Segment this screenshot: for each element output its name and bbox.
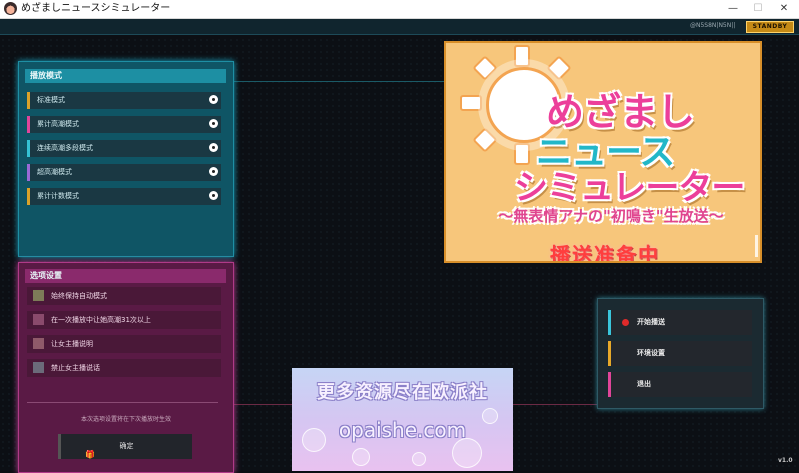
option-label: 禁止女主播说话 <box>51 364 100 372</box>
start-label: 开始播送 <box>637 318 665 326</box>
main-menu-panel: 开始播送 环境设置 退出 <box>597 298 764 409</box>
mode-option-cumulative[interactable]: 累计高潮模式 <box>27 116 221 133</box>
minimize-button[interactable]: — <box>720 0 746 18</box>
divider <box>27 402 218 403</box>
mode-panel-title: 播放模式 <box>25 69 226 83</box>
game-screen: @N5S8N|N5N|| STANDBY 播放模式 标准模式 累计高潮模式 连续… <box>0 19 799 473</box>
version-label: v1.0 <box>778 457 793 464</box>
mode-option-count[interactable]: 累计计数模式 <box>27 188 221 205</box>
mode-option-super[interactable]: 超高潮模式 <box>27 164 221 181</box>
mode-label: 累计计数模式 <box>37 192 79 200</box>
connector-line <box>232 81 444 82</box>
standby-badge: STANDBY <box>746 21 794 33</box>
option-label: 在一次播放中让她高潮31次以上 <box>51 316 151 324</box>
promo-banner: 更多资源尽在欧派社 opaishe.com <box>292 368 513 471</box>
title-art: めざまし ニュース シミュレーター ～無表情アナの"初鳴き"生放送～ 播送准备中 <box>444 41 762 263</box>
radio-icon[interactable] <box>209 95 218 104</box>
options-panel: 选项设置 始终保持自动模式 在一次播放中让她高潮31次以上 让女主播说明 禁止女… <box>18 262 234 473</box>
exit-button[interactable]: 退出 <box>608 372 752 397</box>
logo-subtitle: ～無表情アナの"初鳴き"生放送～ <box>498 207 724 225</box>
sun-ray <box>472 127 498 153</box>
exit-label: 退出 <box>637 380 651 388</box>
confirm-label: 确定 <box>119 442 134 450</box>
checkbox-icon[interactable] <box>33 290 44 301</box>
mode-label: 连续高潮多段模式 <box>37 144 93 152</box>
mode-option-multi[interactable]: 连续高潮多段模式 <box>27 140 221 157</box>
settings-label: 环境设置 <box>637 349 665 357</box>
option-anchor-explain[interactable]: 让女主播说明 <box>27 335 221 353</box>
option-label: 让女主播说明 <box>51 340 93 348</box>
option-31-times[interactable]: 在一次播放中让她高潮31次以上 <box>27 311 221 329</box>
close-button[interactable]: ✕ <box>771 0 797 18</box>
mode-panel: 播放模式 标准模式 累计高潮模式 连续高潮多段模式 超高潮模式 累计计数模式 <box>18 61 234 257</box>
checkbox-icon[interactable] <box>33 314 44 325</box>
sun-ray <box>460 95 482 111</box>
options-note: 本次选项设置将在下次播放时生效 <box>80 416 171 423</box>
option-auto-mode[interactable]: 始终保持自动模式 <box>27 287 221 305</box>
window-title: めざましニュースシミュレーター <box>21 3 171 14</box>
window-title-bar: めざましニュースシミュレーター — ☐ ✕ <box>0 0 799 19</box>
gift-icon: 🎁 <box>85 450 95 459</box>
radio-icon[interactable] <box>209 119 218 128</box>
promo-url: opaishe.com <box>338 418 467 442</box>
mode-label: 标准模式 <box>37 96 65 104</box>
broadcast-ready-text: 播送准备中 <box>550 243 660 263</box>
mode-label: 累计高潮模式 <box>37 120 79 128</box>
bubble-decoration <box>412 452 426 466</box>
radio-icon[interactable] <box>209 143 218 152</box>
sun-ray <box>514 45 530 67</box>
options-panel-title: 选项设置 <box>25 269 226 283</box>
start-broadcast-button[interactable]: 开始播送 <box>608 310 752 335</box>
bubble-decoration <box>352 448 370 466</box>
sun-ray <box>472 55 498 81</box>
bubble-decoration <box>452 438 482 468</box>
status-readout: @N5S8N|N5N|| <box>690 22 736 29</box>
promo-text: 更多资源尽在欧派社 <box>317 382 488 403</box>
maximize-button[interactable]: ☐ <box>745 0 771 18</box>
logo-line-3: シミュレーター <box>514 168 745 208</box>
settings-button[interactable]: 环境设置 <box>608 341 752 366</box>
mode-label: 超高潮模式 <box>37 168 72 176</box>
checkbox-icon[interactable] <box>33 362 44 373</box>
record-icon <box>622 319 629 326</box>
radio-icon[interactable] <box>209 167 218 176</box>
radio-icon[interactable] <box>209 191 218 200</box>
option-mute-anchor[interactable]: 禁止女主播说话 <box>27 359 221 377</box>
confirm-button[interactable]: 🎁 确定 <box>58 434 192 459</box>
mode-option-standard[interactable]: 标准模式 <box>27 92 221 109</box>
option-label: 始终保持自动模式 <box>51 292 107 300</box>
scroll-indicator <box>755 235 758 257</box>
top-status-bar: @N5S8N|N5N|| STANDBY <box>0 19 799 35</box>
app-icon <box>4 2 17 15</box>
checkbox-icon[interactable] <box>33 338 44 349</box>
